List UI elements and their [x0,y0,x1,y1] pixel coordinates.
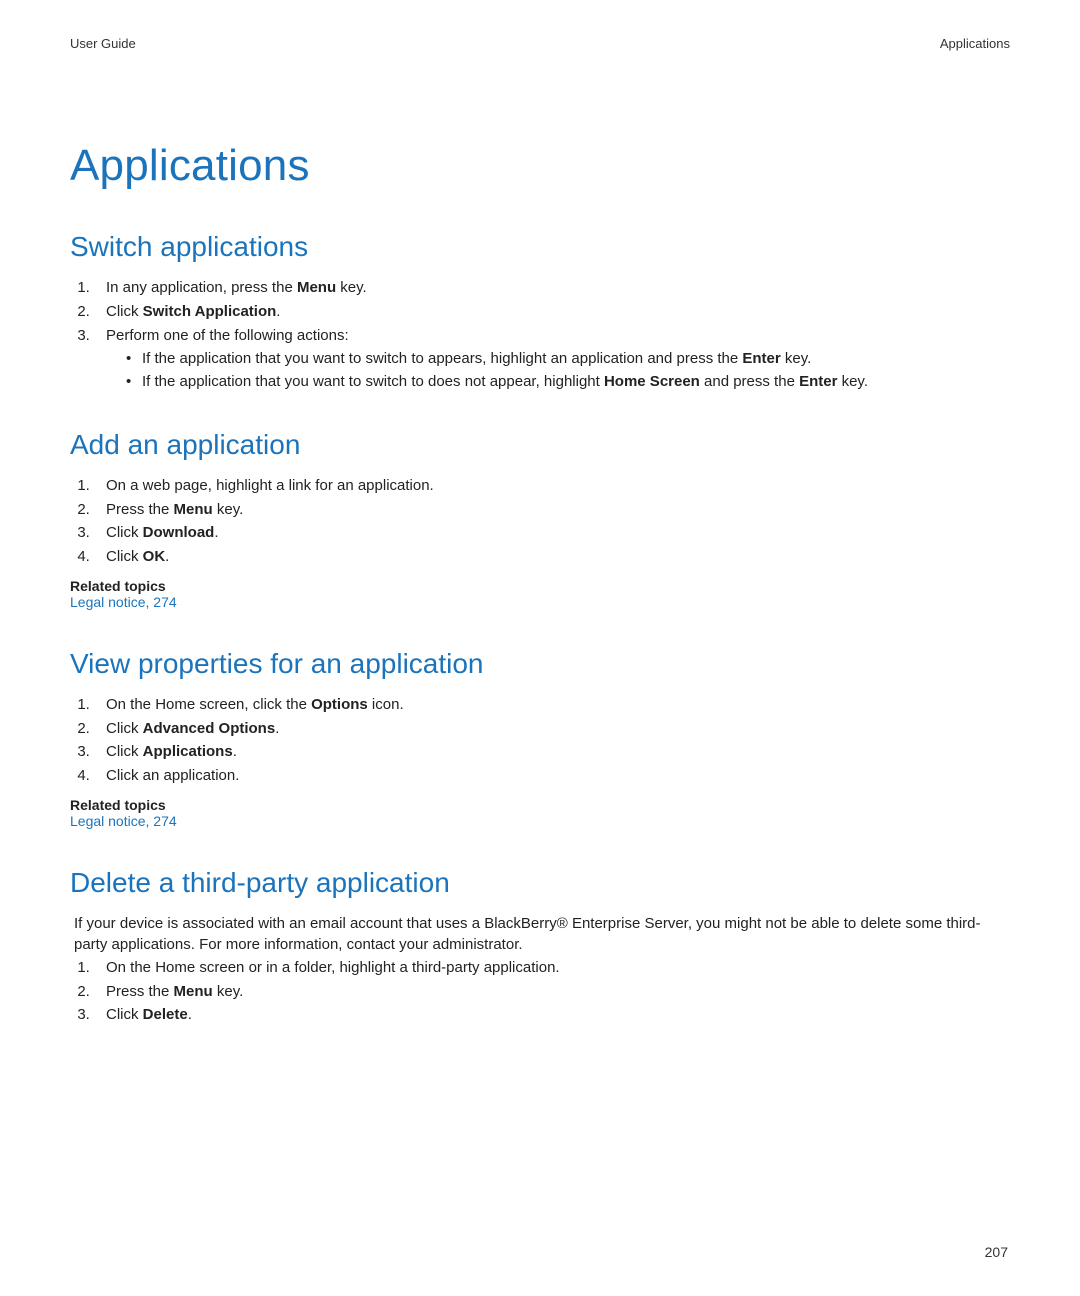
step-text: key. [213,501,244,518]
step-text: Click [106,548,143,565]
bullet-text: and press the [700,373,799,390]
step-text: Click [106,743,143,760]
step-item: In any application, press the Menu key. [94,277,1010,299]
header-left: User Guide [70,36,136,51]
running-header: User Guide Applications [70,36,1010,51]
step-text: key. [336,279,367,296]
bold-term: Menu [297,279,336,296]
heading-add-application: Add an application [70,429,1010,461]
bold-term: Menu [174,501,213,518]
sub-bullet-list: If the application that you want to swit… [126,348,1010,393]
step-text: . [233,743,237,760]
bold-term: Delete [143,1006,188,1023]
step-item: On the Home screen or in a folder, highl… [94,957,1010,979]
bold-term: Options [311,696,368,713]
step-text: Click [106,524,143,541]
step-text: icon. [368,696,404,713]
related-topics-link[interactable]: Legal notice, 274 [70,594,177,610]
bold-term: Menu [174,983,213,1000]
step-text: Click [106,303,143,320]
related-topics-heading: Related topics [70,578,1010,594]
steps-list: On the Home screen or in a folder, highl… [70,957,1010,1026]
intro-paragraph: If your device is associated with an ema… [74,913,1010,955]
section-delete-application: Delete a third-party application If your… [70,867,1010,1026]
page-title: Applications [70,141,1010,191]
step-text: On the Home screen, click the [106,696,311,713]
step-text: In any application, press the [106,279,297,296]
steps-list: On a web page, highlight a link for an a… [70,475,1010,568]
step-item: On a web page, highlight a link for an a… [94,475,1010,497]
step-item: Click OK. [94,546,1010,568]
steps-list: In any application, press the Menu key. … [70,277,1010,393]
sub-bullet-item: If the application that you want to swit… [126,371,1010,393]
step-text: . [276,303,280,320]
heading-switch-applications: Switch applications [70,231,1010,263]
bold-term: Enter [799,373,837,390]
bold-term: Home Screen [604,373,700,390]
related-topics-heading: Related topics [70,797,1010,813]
step-item: Click Download. [94,522,1010,544]
bold-term: OK [143,548,166,565]
step-item: Click Delete. [94,1004,1010,1026]
section-view-properties: View properties for an application On th… [70,648,1010,831]
step-text: Click an application. [106,767,239,784]
step-item: Press the Menu key. [94,981,1010,1003]
step-text: . [275,720,279,737]
bold-term: Enter [742,350,780,367]
step-text: Perform one of the following actions: [106,327,349,344]
step-text: key. [213,983,244,1000]
bullet-text: key. [781,350,812,367]
heading-delete-application: Delete a third-party application [70,867,1010,899]
bold-term: Applications [143,743,233,760]
step-text: . [214,524,218,541]
step-text: Press the [106,983,174,1000]
step-text: Click [106,720,143,737]
step-text: . [188,1006,192,1023]
step-item: Click Switch Application. [94,301,1010,323]
section-add-application: Add an application On a web page, highli… [70,429,1010,612]
step-text: On the Home screen or in a folder, highl… [106,959,560,976]
step-text: Click [106,1006,143,1023]
bold-term: Switch Application [143,303,277,320]
step-item: Click an application. [94,765,1010,787]
step-item: Click Advanced Options. [94,718,1010,740]
step-text: On a web page, highlight a link for an a… [106,477,434,494]
page-number: 207 [985,1244,1008,1260]
step-item: Press the Menu key. [94,499,1010,521]
heading-view-properties: View properties for an application [70,648,1010,680]
document-page: User Guide Applications Applications Swi… [0,0,1080,1296]
step-item: Perform one of the following actions: If… [94,325,1010,393]
bold-term: Download [143,524,215,541]
bullet-text: If the application that you want to swit… [142,373,604,390]
bullet-text: If the application that you want to swit… [142,350,742,367]
step-item: Click Applications. [94,741,1010,763]
related-topics-link[interactable]: Legal notice, 274 [70,813,177,829]
header-right: Applications [940,36,1010,51]
bold-term: Advanced Options [143,720,276,737]
step-item: On the Home screen, click the Options ic… [94,694,1010,716]
step-text: . [165,548,169,565]
sub-bullet-item: If the application that you want to swit… [126,348,1010,370]
steps-list: On the Home screen, click the Options ic… [70,694,1010,787]
section-switch-applications: Switch applications In any application, … [70,231,1010,393]
bullet-text: key. [837,373,868,390]
step-text: Press the [106,501,174,518]
